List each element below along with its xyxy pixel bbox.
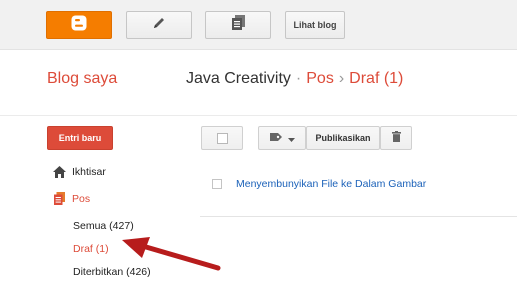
breadcrumb-blog-name[interactable]: Java Creativity <box>186 70 291 87</box>
my-blogs-link[interactable]: Blog saya <box>47 70 117 88</box>
header-divider <box>0 115 517 116</box>
new-post-button[interactable]: Entri baru <box>47 126 113 150</box>
breadcrumb-section[interactable]: Pos <box>306 70 334 87</box>
post-row-divider <box>200 216 517 217</box>
select-all-button[interactable] <box>201 126 243 150</box>
blogger-home-button[interactable] <box>46 11 112 39</box>
publish-button[interactable]: Publikasikan <box>306 126 380 150</box>
posts-list-icon <box>231 15 245 35</box>
view-blog-button[interactable]: Lihat blog <box>285 11 345 39</box>
posts-icon <box>52 192 66 205</box>
top-toolbar: Lihat blog <box>0 0 517 50</box>
sidebar-subitem-drafts[interactable]: Draf (1) <box>73 243 109 255</box>
sidebar-item-label: Pos <box>72 192 91 205</box>
sidebar-item-posts[interactable]: Pos <box>52 192 90 205</box>
breadcrumb-arrow-separator: › <box>338 70 345 87</box>
sidebar-item-label: Ikhtisar <box>72 166 106 178</box>
sidebar-item-overview[interactable]: Ikhtisar <box>52 166 106 178</box>
select-all-checkbox[interactable] <box>216 132 228 144</box>
post-select-checkbox[interactable] <box>212 179 222 189</box>
pencil-icon <box>152 16 166 35</box>
posts-list-toolbar-button[interactable] <box>205 11 271 39</box>
breadcrumb-subsection: Draf (1) <box>349 70 404 87</box>
delete-button[interactable] <box>380 126 412 150</box>
new-post-toolbar-button[interactable] <box>126 11 192 39</box>
post-title-link[interactable]: Menyembunyikan File ke Dalam Gambar <box>236 178 426 190</box>
trash-icon <box>391 129 401 147</box>
label-tag-icon <box>269 129 282 147</box>
labels-dropdown-button[interactable] <box>258 126 306 150</box>
post-list-item: Menyembunyikan File ke Dalam Gambar <box>200 165 517 205</box>
annotation-arrow <box>122 237 221 271</box>
breadcrumb-dot-separator: · <box>295 70 302 87</box>
home-icon <box>52 166 66 178</box>
chevron-down-icon <box>287 129 295 147</box>
blogger-logo-icon <box>71 15 87 36</box>
breadcrumb: Java Creativity · Pos › Draf (1) <box>186 70 403 88</box>
sidebar-subitem-all[interactable]: Semua (427) <box>73 220 134 232</box>
